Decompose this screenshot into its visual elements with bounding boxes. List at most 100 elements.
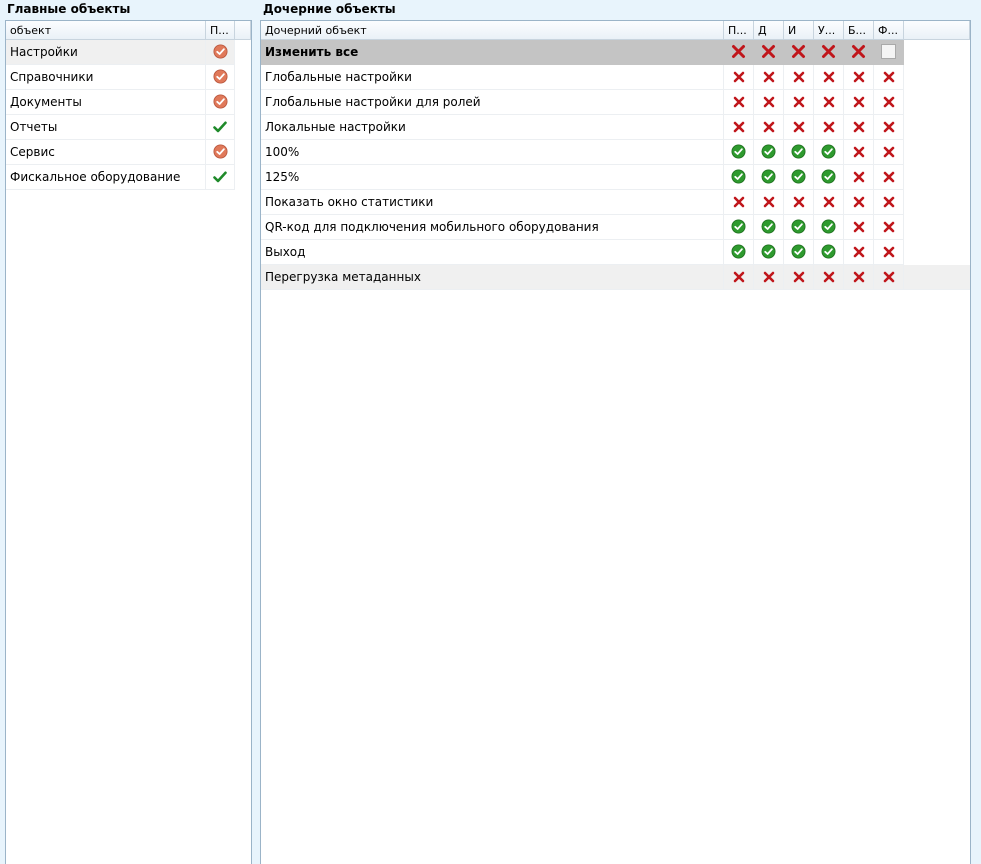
deny-cross-icon[interactable] <box>754 115 784 140</box>
right-column-header-3[interactable]: И <box>784 21 814 40</box>
deny-cross-icon[interactable] <box>724 90 754 115</box>
right-column-header-0[interactable]: Дочерний объект <box>261 21 724 40</box>
deny-cross-icon[interactable] <box>784 40 814 65</box>
ok-check-circle-icon[interactable] <box>814 240 844 265</box>
left-panel-title: Главные объекты <box>7 2 131 16</box>
ok-check-circle-icon[interactable] <box>784 240 814 265</box>
child-object-row[interactable]: QR-код для подключения мобильного оборуд… <box>261 215 904 240</box>
deny-cross-icon[interactable] <box>814 65 844 90</box>
deny-cross-icon[interactable] <box>874 90 904 115</box>
deny-cross-icon[interactable] <box>754 190 784 215</box>
ok-check-circle-icon[interactable] <box>814 215 844 240</box>
deny-cross-icon[interactable] <box>874 240 904 265</box>
deny-cross-icon[interactable] <box>814 265 844 290</box>
ok-check-circle-icon[interactable] <box>814 140 844 165</box>
deny-cross-icon[interactable] <box>784 65 814 90</box>
partial-check-circle-icon[interactable] <box>206 90 235 115</box>
deny-cross-icon[interactable] <box>814 115 844 140</box>
deny-cross-icon[interactable] <box>844 40 874 65</box>
child-object-row[interactable]: Выход <box>261 240 904 265</box>
deny-cross-icon[interactable] <box>874 215 904 240</box>
left-column-header-1[interactable]: П... <box>206 21 235 40</box>
deny-cross-icon[interactable] <box>844 115 874 140</box>
deny-cross-icon[interactable] <box>874 265 904 290</box>
ok-check-circle-icon[interactable] <box>784 140 814 165</box>
deny-cross-icon[interactable] <box>844 240 874 265</box>
ok-check-circle-icon[interactable] <box>754 140 784 165</box>
right-column-header-5[interactable]: Б... <box>844 21 874 40</box>
deny-cross-icon[interactable] <box>874 65 904 90</box>
main-object-row[interactable]: Документы <box>6 90 235 115</box>
deny-cross-icon[interactable] <box>844 65 874 90</box>
child-object-label: Глобальные настройки для ролей <box>261 90 724 115</box>
child-object-row[interactable]: Глобальные настройки для ролей <box>261 90 904 115</box>
deny-cross-icon[interactable] <box>724 265 754 290</box>
deny-cross-icon[interactable] <box>754 265 784 290</box>
right-column-header-1[interactable]: П... <box>724 21 754 40</box>
empty-checkbox[interactable] <box>874 40 904 65</box>
right-column-header-2[interactable]: Д <box>754 21 784 40</box>
ok-check-circle-icon[interactable] <box>724 215 754 240</box>
ok-check-circle-icon[interactable] <box>754 165 784 190</box>
main-object-row[interactable]: Настройки <box>6 40 235 65</box>
deny-cross-icon[interactable] <box>814 40 844 65</box>
allowed-checkmark-icon[interactable] <box>206 115 235 140</box>
child-object-row[interactable]: 125% <box>261 165 904 190</box>
deny-cross-icon[interactable] <box>784 265 814 290</box>
right-column-header-4[interactable]: У... <box>814 21 844 40</box>
ok-check-circle-icon[interactable] <box>724 165 754 190</box>
deny-cross-icon[interactable] <box>724 65 754 90</box>
partial-check-circle-icon[interactable] <box>206 40 235 65</box>
partial-check-circle-icon[interactable] <box>206 140 235 165</box>
partial-check-circle-icon[interactable] <box>206 65 235 90</box>
ok-check-circle-icon[interactable] <box>754 240 784 265</box>
child-objects-grid[interactable]: Дочерний объект П... Д И У... Б... Ф... Изменит… <box>260 20 971 864</box>
main-objects-grid[interactable]: объект П... Настройки Справочники Документы О… <box>5 20 252 864</box>
deny-cross-icon[interactable] <box>874 115 904 140</box>
deny-cross-icon[interactable] <box>874 165 904 190</box>
deny-cross-icon[interactable] <box>844 90 874 115</box>
child-object-row[interactable]: Показать окно статистики <box>261 190 904 215</box>
deny-cross-icon[interactable] <box>754 90 784 115</box>
child-object-row[interactable]: 100% <box>261 140 904 165</box>
child-object-label: Выход <box>261 240 724 265</box>
main-object-row[interactable]: Справочники <box>6 65 235 90</box>
ok-check-circle-icon[interactable] <box>724 140 754 165</box>
allowed-checkmark-icon[interactable] <box>206 165 235 190</box>
ok-check-circle-icon[interactable] <box>724 240 754 265</box>
deny-cross-icon[interactable] <box>874 140 904 165</box>
main-object-row[interactable]: Сервис <box>6 140 235 165</box>
deny-cross-icon[interactable] <box>784 90 814 115</box>
right-column-header-6[interactable]: Ф... <box>874 21 904 40</box>
deny-cross-icon[interactable] <box>724 190 754 215</box>
deny-cross-icon[interactable] <box>874 190 904 215</box>
ok-check-circle-icon[interactable] <box>814 165 844 190</box>
deny-cross-icon[interactable] <box>844 215 874 240</box>
deny-cross-icon[interactable] <box>844 140 874 165</box>
deny-cross-icon[interactable] <box>784 115 814 140</box>
main-object-row[interactable]: Фискальное оборудование <box>6 165 235 190</box>
child-object-row[interactable]: Перегрузка метаданных <box>261 265 970 290</box>
deny-cross-icon[interactable] <box>844 190 874 215</box>
deny-cross-icon[interactable] <box>814 90 844 115</box>
ok-check-circle-icon[interactable] <box>784 165 814 190</box>
child-object-row[interactable]: Глобальные настройки <box>261 65 904 90</box>
child-object-label: 100% <box>261 140 724 165</box>
ok-check-circle-icon[interactable] <box>754 215 784 240</box>
deny-cross-icon[interactable] <box>724 115 754 140</box>
deny-cross-icon[interactable] <box>814 190 844 215</box>
main-object-label: Сервис <box>6 140 206 165</box>
right-panel-title: Дочерние объекты <box>263 2 396 16</box>
left-column-header-0[interactable]: объект <box>6 21 206 40</box>
child-object-row[interactable]: Локальные настройки <box>261 115 904 140</box>
child-object-label: Локальные настройки <box>261 115 724 140</box>
deny-cross-icon[interactable] <box>754 65 784 90</box>
deny-cross-icon[interactable] <box>754 40 784 65</box>
deny-cross-icon[interactable] <box>724 40 754 65</box>
ok-check-circle-icon[interactable] <box>784 215 814 240</box>
change-all-row[interactable]: Изменить все <box>261 40 904 65</box>
deny-cross-icon[interactable] <box>784 190 814 215</box>
deny-cross-icon[interactable] <box>844 265 874 290</box>
main-object-row[interactable]: Отчеты <box>6 115 235 140</box>
deny-cross-icon[interactable] <box>844 165 874 190</box>
